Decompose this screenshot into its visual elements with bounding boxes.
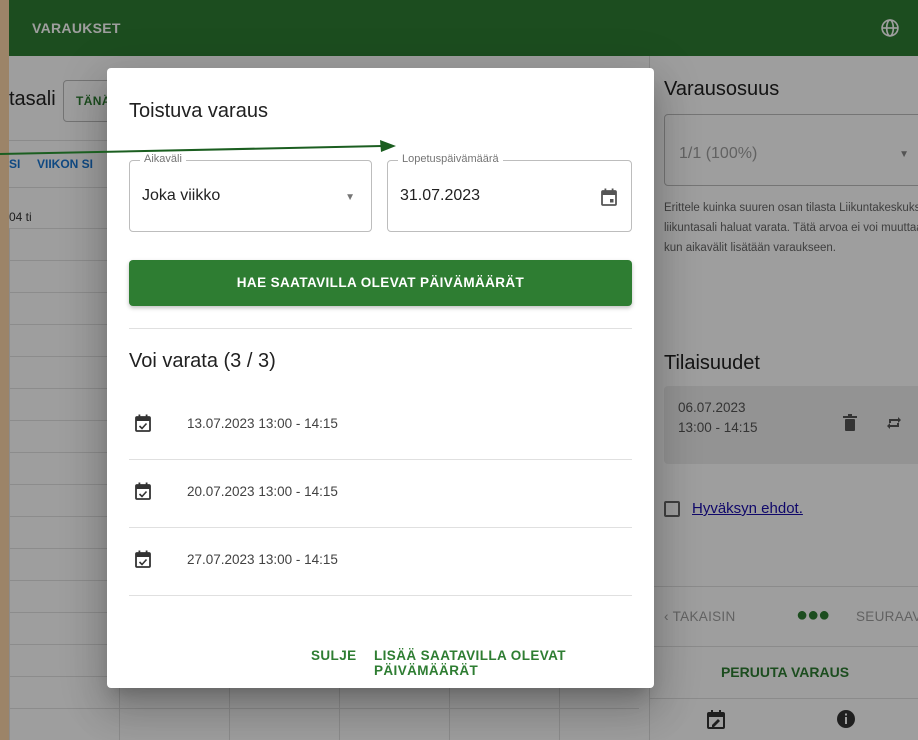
- recurring-reservation-dialog: Toistuva varaus Aikaväli Joka viikko ▼ L…: [107, 68, 654, 688]
- calendar-check-icon: [135, 482, 151, 500]
- add-available-dates-button[interactable]: LISÄÄ SAATAVILLA OLEVAT PÄIVÄMÄÄRÄT: [374, 648, 654, 678]
- list-item: 20.07.2023 13:00 - 14:15: [129, 460, 632, 528]
- calendar-check-icon: [135, 550, 151, 568]
- interval-value: Joka viikko: [142, 187, 221, 204]
- calendar-icon[interactable]: [601, 188, 617, 206]
- slot-datetime: 27.07.2023 13:00 - 14:15: [187, 552, 338, 567]
- available-dates-title: Voi varata (3 / 3): [129, 350, 276, 372]
- chevron-down-icon: ▼: [345, 192, 355, 203]
- slot-datetime: 20.07.2023 13:00 - 14:15: [187, 484, 338, 499]
- slot-datetime: 13.07.2023 13:00 - 14:15: [187, 416, 338, 431]
- interval-label: Aikaväli: [140, 153, 186, 165]
- dialog-title: Toistuva varaus: [129, 100, 268, 122]
- end-date-field[interactable]: Lopetuspäivämäärä 31.07.2023: [387, 153, 632, 232]
- calendar-check-icon: [135, 414, 151, 432]
- interval-select[interactable]: Aikaväli Joka viikko ▼: [129, 153, 372, 232]
- divider: [129, 595, 632, 596]
- end-date-label: Lopetuspäivämäärä: [398, 153, 503, 165]
- close-button[interactable]: SULJE: [311, 648, 357, 663]
- fetch-available-dates-button[interactable]: HAE SAATAVILLA OLEVAT PÄIVÄMÄÄRÄT: [129, 260, 632, 306]
- list-item: 27.07.2023 13:00 - 14:15: [129, 528, 632, 596]
- divider: [129, 328, 632, 329]
- list-item: 13.07.2023 13:00 - 14:15: [129, 392, 632, 460]
- end-date-value: 31.07.2023: [400, 187, 481, 204]
